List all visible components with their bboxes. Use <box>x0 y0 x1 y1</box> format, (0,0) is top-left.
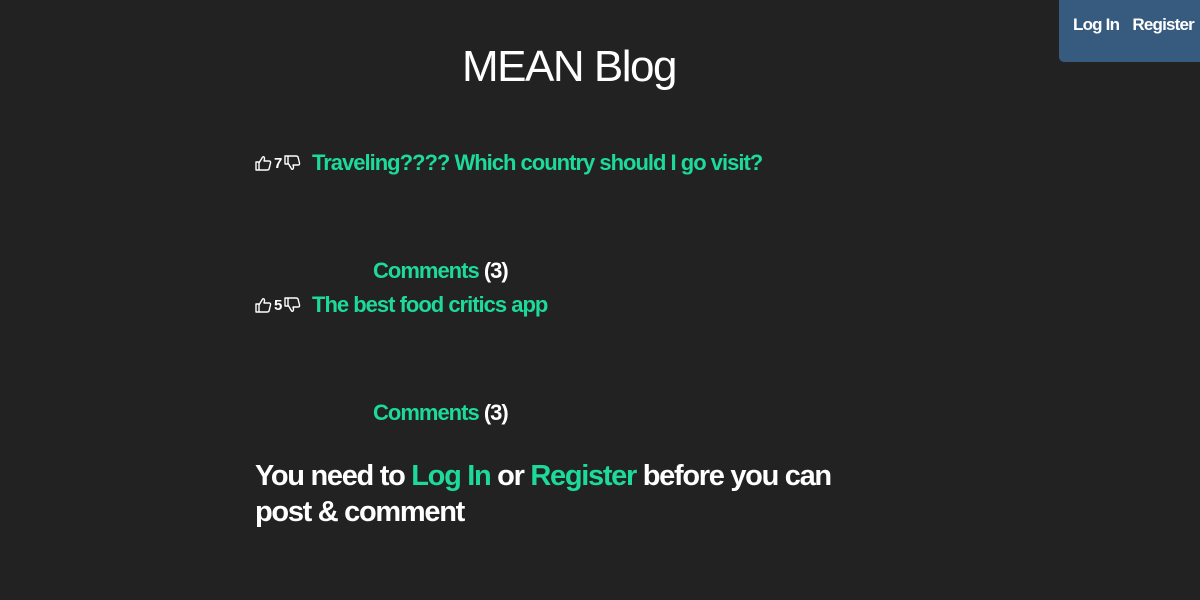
post-title-link[interactable]: The best food critics app <box>312 292 548 318</box>
post-comments: Comments (3) <box>373 258 509 284</box>
thumbs-up-icon[interactable] <box>255 297 272 313</box>
vote-count: 7 <box>274 154 283 172</box>
comments-count: (3) <box>483 400 509 425</box>
register-link[interactable]: Register <box>1132 15 1194 35</box>
login-link[interactable]: Log In <box>1073 15 1120 35</box>
post-title-link[interactable]: Traveling???? Which country should I go … <box>312 150 763 176</box>
comments-link[interactable]: Comments <box>373 258 480 283</box>
thumbs-up-icon[interactable] <box>255 155 272 171</box>
post-item: 5 The best food critics app <box>255 292 548 318</box>
page-title: MEAN Blog <box>462 42 677 91</box>
vote-controls: 7 <box>255 155 312 172</box>
comments-link[interactable]: Comments <box>373 400 480 425</box>
vote-count: 5 <box>274 296 283 314</box>
post-item: 7 Traveling???? Which country should I g… <box>255 150 763 176</box>
post-comments: Comments (3) <box>373 400 509 426</box>
notice-register-link[interactable]: Register <box>530 460 637 492</box>
thumbs-down-icon[interactable] <box>284 155 301 171</box>
auth-notice: You need to Log In or Register before yo… <box>255 458 875 530</box>
notice-prefix: You need to <box>255 460 412 492</box>
page: Log In Register MEAN Blog 7 Traveling???… <box>0 0 1200 600</box>
thumbs-down-icon[interactable] <box>284 297 301 313</box>
notice-login-link[interactable]: Log In <box>411 460 491 492</box>
vote-controls: 5 <box>255 297 312 314</box>
comments-count: (3) <box>483 258 509 283</box>
notice-middle: or <box>490 460 531 492</box>
